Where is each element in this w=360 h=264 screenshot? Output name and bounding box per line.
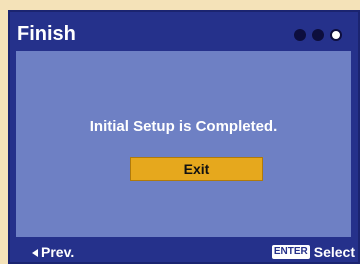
prev-label: Prev. <box>41 244 75 260</box>
enter-key-icon: ENTER <box>271 245 310 259</box>
step-indicator <box>294 29 342 41</box>
setup-screen: Finish Initial Setup is Completed. Exit … <box>8 10 360 264</box>
footer: Prev. ENTER Select <box>8 239 360 264</box>
header: Finish <box>8 10 360 48</box>
select-hint: ENTER Select <box>271 243 355 261</box>
page-title: Finish <box>17 23 76 45</box>
step-dot-1 <box>294 29 306 41</box>
content-panel: Initial Setup is Completed. Exit <box>16 51 351 237</box>
select-label: Select <box>313 244 355 260</box>
prev-button[interactable]: Prev. <box>32 243 74 261</box>
completion-message: Initial Setup is Completed. <box>89 118 278 135</box>
exit-button[interactable]: Exit <box>130 157 263 181</box>
step-dot-2 <box>312 29 324 41</box>
step-dot-3 <box>330 29 342 41</box>
left-arrow-icon <box>32 248 38 257</box>
